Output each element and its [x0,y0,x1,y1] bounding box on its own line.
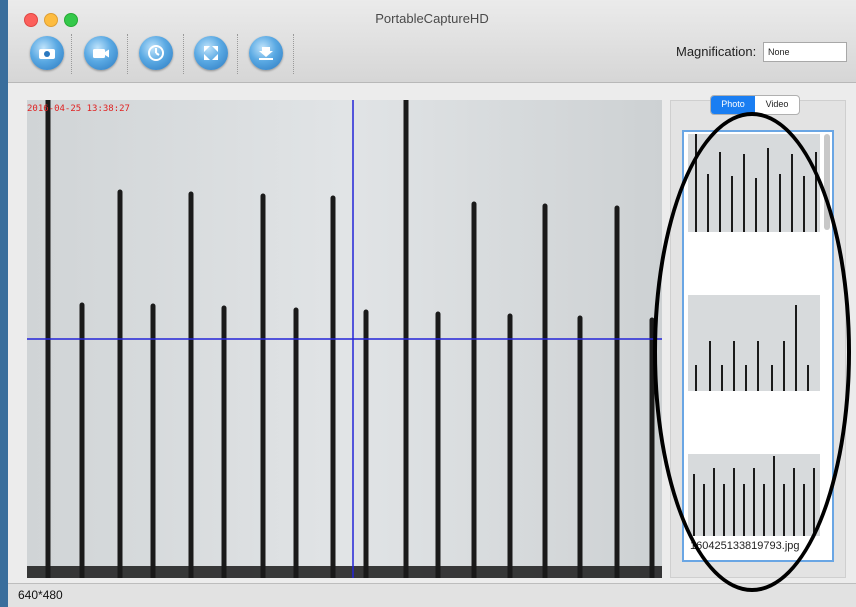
toolbar-separator [237,34,238,74]
thumbnail-caption: 160425133819793.jpg [690,540,800,552]
tab-photo[interactable]: Photo [711,96,755,114]
tab-video[interactable]: Video [755,96,799,114]
thumbnail[interactable] [688,134,820,232]
title-bar: PortableCaptureHD Magnification: None [8,0,856,83]
thumbnail-scrollbar[interactable] [824,134,830,230]
ruler-image [27,100,662,578]
thumbnail-list[interactable]: 160425133819793.jpg [682,130,834,562]
video-record-icon [93,49,109,58]
window-title: PortableCaptureHD [375,11,489,26]
toolbar-separator [127,34,128,74]
resolution-label: 640*480 [18,588,63,602]
magnification-input[interactable]: None [763,42,847,62]
snapshot-button[interactable] [30,36,64,70]
app-window: PortableCaptureHD Magnification: None 20… [8,0,856,607]
timer-icon [148,45,164,61]
download-icon [259,47,273,60]
thumbnail[interactable] [688,454,820,536]
record-video-button[interactable] [84,36,118,70]
magnification-label: Magnification: [676,44,757,59]
gallery-tab-control: Photo Video [710,95,800,115]
camera-preview[interactable]: 2016-04-25 13:38:27 [27,100,662,578]
timer-button[interactable] [139,36,173,70]
toolbar-separator [71,34,72,74]
thumbnail[interactable] [688,295,820,391]
save-download-button[interactable] [249,36,283,70]
fullscreen-button[interactable] [194,36,228,70]
camera-snapshot-icon [39,49,55,59]
status-bar: 640*480 [8,583,856,607]
fullscreen-icon [204,46,218,60]
toolbar-separator [183,34,184,74]
capture-timestamp: 2016-04-25 13:38:27 [27,104,130,114]
toolbar-separator [293,34,294,74]
